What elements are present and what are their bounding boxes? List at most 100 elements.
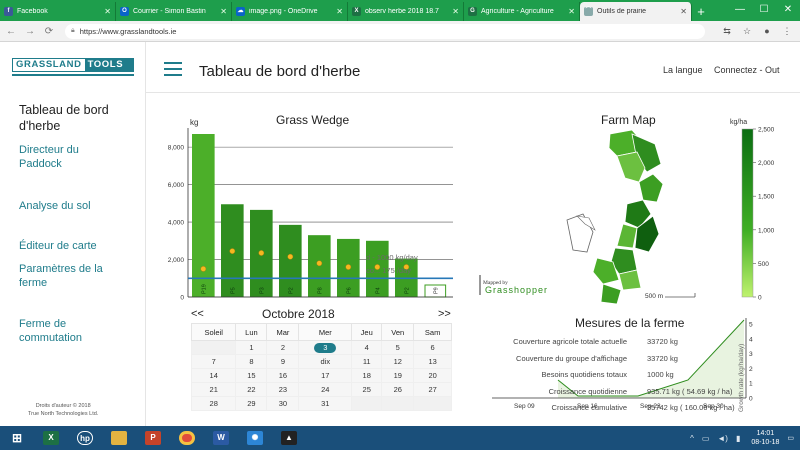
calendar-day[interactable]: 21 [190, 382, 237, 397]
calendar-empty-cell [381, 396, 415, 411]
logout-link[interactable]: Connectez - Out [714, 65, 780, 75]
calendar-day[interactable]: 24 [298, 382, 353, 397]
logo-left-text: GRASSLAND [13, 59, 85, 71]
sidebar-item-soil-analysis[interactable]: Analyse du sol [19, 199, 91, 213]
maximize-icon[interactable]: ☐ [752, 0, 776, 21]
grasslandtools-logo[interactable]: GRASSLAND TOOLS [12, 58, 134, 72]
forward-icon[interactable]: → [22, 26, 38, 37]
tab-close-icon[interactable]: ✕ [452, 7, 459, 16]
url-input[interactable]: 🔒︎ https://www.grasslandtools.ie [65, 23, 705, 39]
calendar-day-label: 6 [430, 343, 435, 352]
calendar-day[interactable]: 20 [413, 368, 452, 383]
calendar-day[interactable]: 4 [351, 340, 383, 355]
calendar-day[interactable]: 16 [266, 368, 300, 383]
app-icon[interactable]: ▲ [272, 426, 306, 450]
measure-row: Couverture agricole totale actuelle 33720… [487, 337, 747, 347]
paddock[interactable] [618, 269, 642, 291]
minimize-icon[interactable]: — [728, 0, 752, 21]
battery-icon[interactable]: ▮ [736, 434, 740, 443]
tray-up-icon[interactable]: ^ [690, 434, 694, 443]
browser-tab[interactable]: Xobserv herbe 2018 18.7 ✕ [348, 2, 464, 21]
system-tray: ^ ▭ ◄) ▮ 14:01 08-10-18 ▭ [687, 426, 794, 450]
calendar-day[interactable]: 12 [381, 354, 415, 369]
browser-tab[interactable]: ⌒ Outils de prairie ✕ [580, 2, 692, 21]
wedge-bar[interactable] [192, 134, 215, 297]
translate-icon[interactable]: ⇆ [717, 26, 737, 37]
calendar-day[interactable]: 15 [235, 368, 268, 383]
browser-tab[interactable]: ☁ image.png - OneDrive ✕ [232, 2, 348, 21]
new-tab-button[interactable]: + [692, 2, 710, 21]
calendar-day[interactable]: 28 [190, 396, 237, 411]
bookmark-star-icon[interactable]: ☆ [737, 26, 757, 37]
calendar-weekday: Sam [413, 323, 452, 341]
calendar-day[interactable]: 30 [266, 396, 300, 411]
calendar-day[interactable]: 11 [351, 354, 383, 369]
calendar-day-label: 26 [393, 385, 402, 394]
sidebar-item-grass-dashboard[interactable]: Tableau de bord d'herbe [19, 102, 129, 134]
menu-dots-icon[interactable]: ⋮ [777, 26, 797, 37]
calendar-day[interactable]: 6 [413, 340, 452, 355]
lock-icon: 🔒︎ [71, 27, 75, 34]
notification-icon[interactable]: ▭ [787, 434, 794, 442]
sidebar-item-paddock-manager[interactable]: Directeur du Paddock [19, 143, 119, 171]
reload-icon[interactable]: ⟳ [41, 26, 57, 37]
sidebar-item-switch-farm[interactable]: Ferme de commutation [19, 317, 119, 345]
sidebar-item-farm-settings[interactable]: Paramètres de la ferme [19, 262, 129, 290]
browser-tab[interactable]: f Facebook ✕ [0, 2, 116, 21]
calendar-day[interactable]: 26 [381, 382, 415, 397]
calendar-day[interactable]: 17 [298, 368, 353, 383]
calendar-day[interactable]: 19 [381, 368, 415, 383]
wedge-bar[interactable] [279, 224, 302, 297]
calendar-day[interactable]: 2 [266, 340, 300, 355]
scale-label: 500 m [645, 293, 663, 300]
settings-app-icon[interactable]: ✺ [238, 426, 272, 450]
calendar-day[interactable]: 25 [351, 382, 383, 397]
calendar-day[interactable]: 23 [266, 382, 300, 397]
clock[interactable]: 14:01 08-10-18 [751, 429, 779, 447]
paddock[interactable] [600, 283, 622, 305]
tab-close-icon[interactable]: ✕ [220, 7, 227, 16]
farm-map[interactable]: 500 mMapped byGrasshopperkg/ha2,5002,000… [477, 112, 787, 307]
tab-close-icon[interactable]: ✕ [568, 7, 575, 16]
word-icon[interactable]: W [204, 426, 238, 450]
language-link[interactable]: La langue [663, 65, 703, 75]
browser-tab[interactable]: G Agriculture - Agriculture ✕ [464, 2, 580, 21]
calendar-day-label: 27 [428, 385, 437, 394]
browser-tab[interactable]: O Courrier - Simon Bastin ✕ [116, 2, 232, 21]
calendar-day[interactable]: 7 [190, 354, 237, 369]
close-icon[interactable]: ✕ [776, 0, 800, 21]
tab-close-icon[interactable]: ✕ [680, 7, 687, 16]
file-explorer-icon[interactable] [102, 426, 136, 450]
calendar-day[interactable]: 14 [190, 368, 237, 383]
calendar-next-button[interactable]: >> [438, 308, 451, 320]
calendar-day[interactable]: dix [298, 354, 353, 369]
calendar-day[interactable]: 8 [235, 354, 268, 369]
calendar-day[interactable]: 3 [298, 340, 353, 355]
calendar-day[interactable]: 18 [351, 368, 383, 383]
excel-icon[interactable]: X [34, 426, 68, 450]
back-icon[interactable]: ← [3, 26, 19, 37]
tab-close-icon[interactable]: ✕ [104, 7, 111, 16]
calendar-day[interactable]: 27 [413, 382, 452, 397]
paddock[interactable] [638, 173, 664, 203]
tab-close-icon[interactable]: ✕ [336, 7, 343, 16]
account-icon[interactable]: ● [757, 26, 777, 37]
volume-icon[interactable]: ◄) [717, 434, 728, 443]
chrome-icon[interactable] [170, 426, 204, 450]
calendar-day[interactable]: 5 [381, 340, 415, 355]
network-icon[interactable]: ▭ [702, 434, 710, 443]
paddock[interactable] [616, 223, 638, 249]
calendar-day[interactable]: 29 [235, 396, 268, 411]
calendar-day[interactable]: 13 [413, 354, 452, 369]
sidebar-item-map-editor[interactable]: Éditeur de carte [19, 239, 97, 253]
scale-tick-label: 2,000 [758, 160, 775, 167]
calendar-day[interactable]: 22 [235, 382, 268, 397]
hamburger-menu-icon[interactable] [164, 62, 182, 78]
calendar-prev-button[interactable]: << [191, 308, 204, 320]
calendar-day[interactable]: 9 [266, 354, 300, 369]
windows-start-icon[interactable]: ⊞ [0, 426, 34, 450]
hp-icon[interactable]: hp [68, 426, 102, 450]
calendar-day[interactable]: 31 [298, 396, 353, 411]
powerpoint-icon[interactable]: P [136, 426, 170, 450]
calendar-day[interactable]: 1 [235, 340, 268, 355]
